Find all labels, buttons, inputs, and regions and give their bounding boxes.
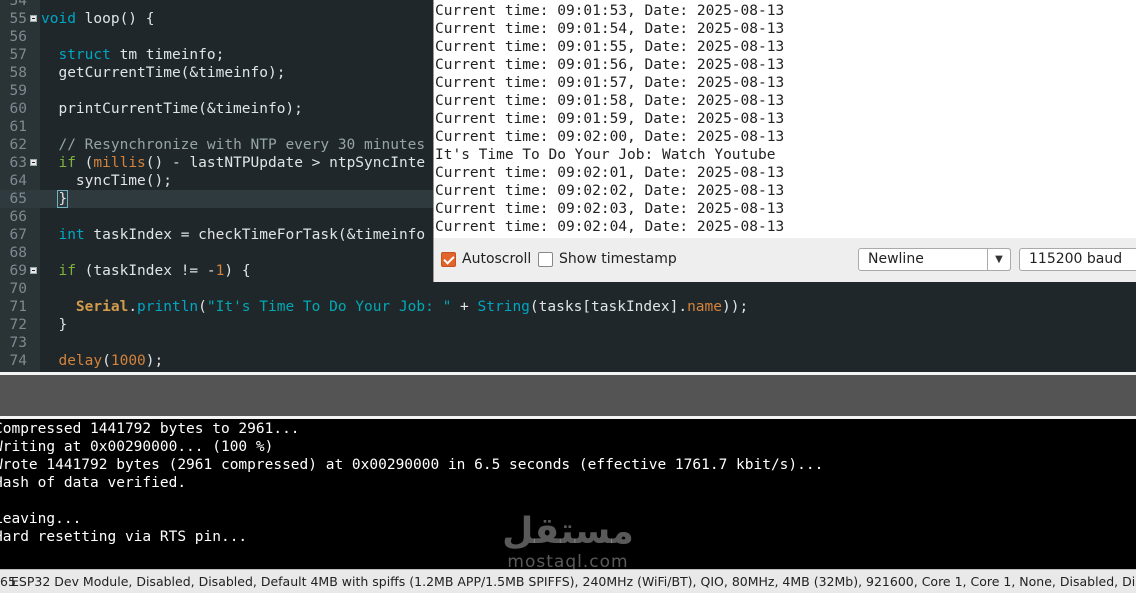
baud-rate-value: 115200 baud	[1029, 251, 1123, 267]
code-text: int taskIndex = checkTimeForTask(&timein…	[58, 227, 426, 243]
status-bar: 65 ESP32 Dev Module, Disabled, Disabled,…	[0, 569, 1136, 593]
line-number: 61	[9, 119, 27, 135]
serial-line: Current time: 09:02:03, Date: 2025-08-13	[435, 201, 785, 217]
code-line[interactable]: 73	[0, 334, 1136, 352]
code-text: }	[57, 190, 69, 208]
line-number: 62	[9, 137, 27, 153]
line-number: 56	[9, 29, 27, 45]
serial-line: Current time: 09:01:59, Date: 2025-08-13	[435, 111, 785, 127]
fold-toggle-icon[interactable]	[30, 267, 37, 274]
chevron-down-icon: ▼	[987, 249, 1010, 270]
line-number: 74	[9, 353, 27, 369]
line-number: 70	[9, 281, 27, 297]
code-text: printCurrentTime(&timeinfo);	[41, 101, 303, 117]
autoscroll-checkbox[interactable]	[441, 252, 456, 267]
autoscroll-label[interactable]: Autoscroll	[462, 251, 531, 267]
code-text: if (taskIndex != -1) {	[58, 263, 251, 279]
line-number: 58	[9, 65, 27, 81]
console-line: Hard resetting via RTS pin...	[0, 529, 248, 545]
status-board-config: ESP32 Dev Module, Disabled, Disabled, De…	[11, 574, 1136, 589]
code-line[interactable]: 72 }	[0, 316, 1136, 334]
code-text: delay(1000);	[58, 353, 164, 369]
code-text: // Resynchronize with NTP every 30 minut…	[58, 137, 426, 153]
fold-toggle-icon[interactable]	[30, 159, 37, 166]
serial-line: Current time: 09:02:04, Date: 2025-08-13	[435, 219, 785, 235]
line-number: 69	[9, 263, 27, 279]
line-number: 72	[9, 317, 27, 333]
fold-toggle-icon[interactable]	[30, 15, 37, 22]
console-line: Wrote 1441792 bytes (2961 compressed) at…	[0, 457, 824, 473]
code-text: struct tm timeinfo;	[58, 47, 225, 63]
line-ending-value: Newline	[868, 251, 924, 267]
console-line: Writing at 0x00290000... (100 %)	[0, 439, 274, 455]
line-number: 73	[9, 335, 27, 351]
serial-line: Current time: 09:02:01, Date: 2025-08-13	[435, 165, 785, 181]
console-header	[0, 375, 1136, 419]
line-number: 68	[9, 245, 27, 261]
line-number: 60	[9, 101, 27, 117]
code-text: Serial.println("It's Time To Do Your Job…	[75, 299, 749, 315]
line-number: 71	[9, 299, 27, 315]
line-number: 54	[9, 0, 27, 9]
code-text: getCurrentTime(&timeinfo);	[41, 65, 286, 81]
line-number: 59	[9, 83, 27, 99]
console-line: Leaving...	[0, 511, 82, 527]
code-line[interactable]: 70	[0, 280, 1136, 298]
line-ending-dropdown[interactable]: ▼	[987, 248, 1011, 271]
line-number: 55	[9, 11, 27, 27]
console-line: Compressed 1441792 bytes to 2961...	[0, 421, 300, 437]
line-number: 64	[9, 173, 27, 189]
show-timestamp-checkbox[interactable]	[538, 252, 553, 267]
serial-monitor: Current time: 09:01:53, Date: 2025-08-13…	[433, 0, 1136, 282]
console-line: Hash of data verified.	[0, 475, 187, 491]
serial-line: Current time: 09:01:54, Date: 2025-08-13	[435, 21, 785, 37]
code-line[interactable]: 74 delay(1000);	[0, 352, 1136, 370]
serial-line: Current time: 09:01:53, Date: 2025-08-13	[435, 3, 785, 19]
serial-line: Current time: 09:01:56, Date: 2025-08-13	[435, 57, 785, 73]
watermark-arabic: مستقل	[502, 511, 634, 552]
serial-options-bar: Autoscroll Show timestamp Newline ▼ 1152…	[434, 238, 1136, 282]
serial-line: Current time: 09:02:00, Date: 2025-08-13	[435, 129, 785, 145]
code-text: syncTime();	[41, 173, 172, 189]
code-text: }	[41, 317, 68, 333]
show-timestamp-label[interactable]: Show timestamp	[559, 251, 677, 267]
serial-line: Current time: 09:02:02, Date: 2025-08-13	[435, 183, 785, 199]
code-text: if (millis() - lastNTPUpdate > ntpSyncIn…	[58, 155, 426, 171]
serial-line: Current time: 09:01:58, Date: 2025-08-13	[435, 93, 785, 109]
line-number: 65	[9, 191, 27, 207]
code-line[interactable]: 71 Serial.println("It's Time To Do Your …	[0, 298, 1136, 316]
line-number: 57	[9, 47, 27, 63]
serial-line: It's Time To Do Your Job: Watch Youtube	[435, 147, 776, 163]
code-text: void loop() {	[41, 11, 155, 27]
line-number: 67	[9, 227, 27, 243]
line-number: 63	[9, 155, 27, 171]
serial-line: Current time: 09:01:57, Date: 2025-08-13	[435, 75, 785, 91]
serial-line: Current time: 09:01:55, Date: 2025-08-13	[435, 39, 785, 55]
serial-output[interactable]: Current time: 09:01:53, Date: 2025-08-13…	[434, 0, 1136, 238]
baud-rate-select[interactable]: 115200 baud	[1019, 248, 1136, 271]
line-number: 66	[9, 209, 27, 225]
